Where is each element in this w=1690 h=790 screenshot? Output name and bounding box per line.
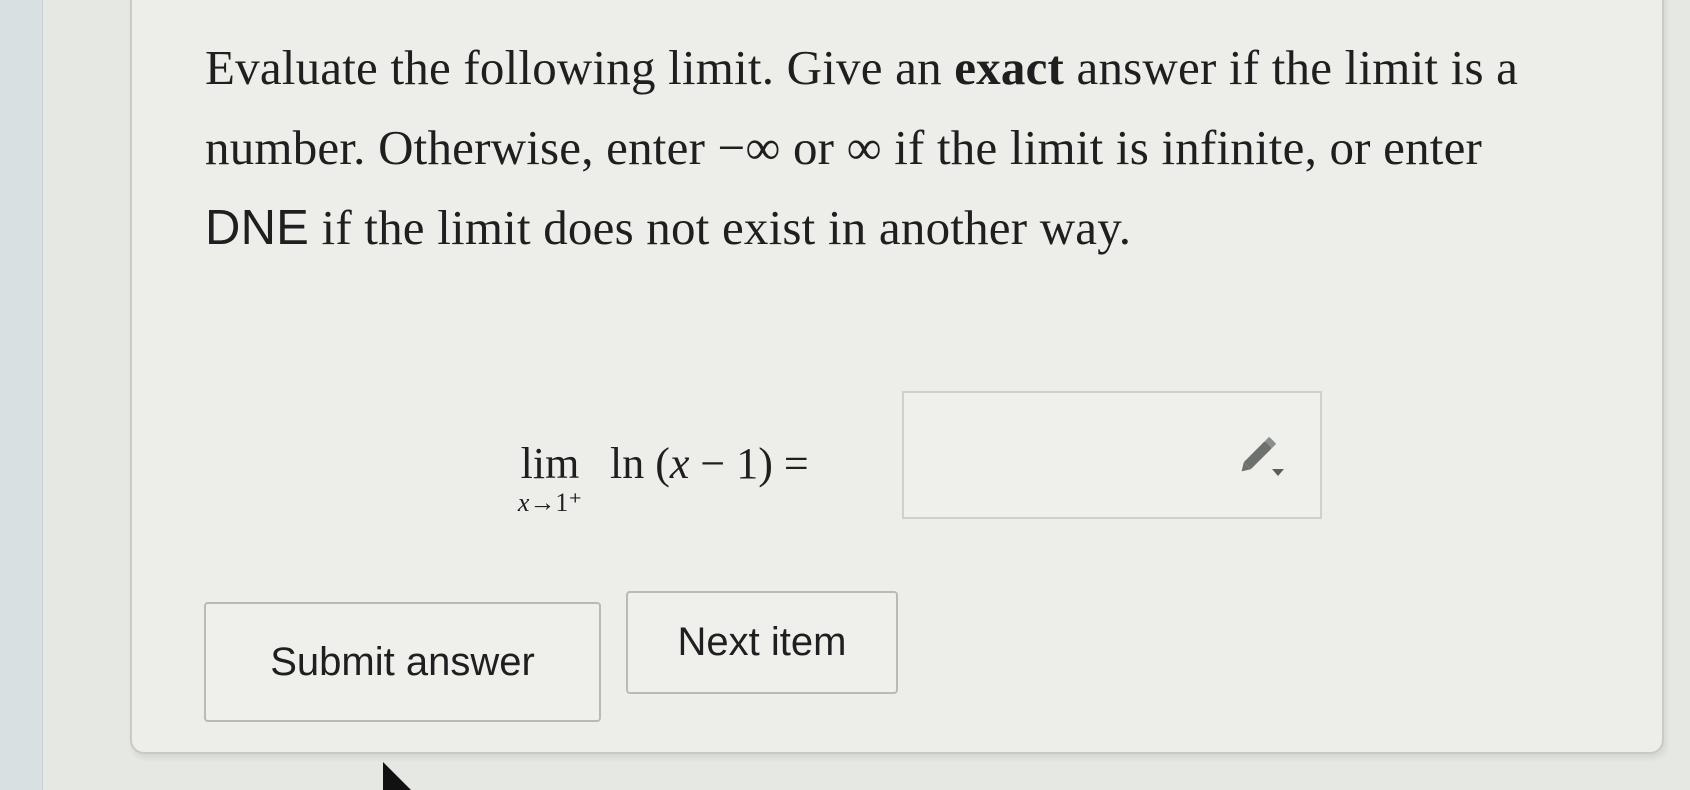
mouse-cursor-icon bbox=[383, 762, 411, 790]
side-panel-strip bbox=[0, 0, 43, 790]
prompt-text-1: Evaluate the following limit. Give an bbox=[205, 40, 955, 95]
prompt-text-3: if the limit does not exist in another w… bbox=[309, 200, 1132, 255]
expr-variable: x bbox=[669, 439, 690, 488]
lim-sub-variable: x bbox=[517, 488, 530, 517]
pencil-dropdown-icon[interactable] bbox=[1238, 431, 1288, 481]
submit-answer-button[interactable]: Submit answer bbox=[204, 602, 601, 722]
expr-right: − 1) = bbox=[689, 439, 809, 488]
limit-function: ln (x − 1) = bbox=[610, 440, 809, 488]
limit-operator: lim x→1⁺ bbox=[495, 440, 605, 518]
next-item-button[interactable]: Next item bbox=[626, 591, 898, 694]
lim-sub-approach: →1⁺ bbox=[529, 488, 583, 517]
expr-left: ln ( bbox=[610, 439, 670, 488]
lim-subscript: x→1⁺ bbox=[495, 488, 605, 518]
lim-label: lim bbox=[520, 439, 580, 488]
prompt-dne: DNE bbox=[205, 201, 310, 255]
prompt-bold-exact: exact bbox=[954, 40, 1065, 95]
answer-input[interactable] bbox=[902, 391, 1322, 519]
question-prompt: Evaluate the following limit. Give an ex… bbox=[205, 28, 1565, 268]
